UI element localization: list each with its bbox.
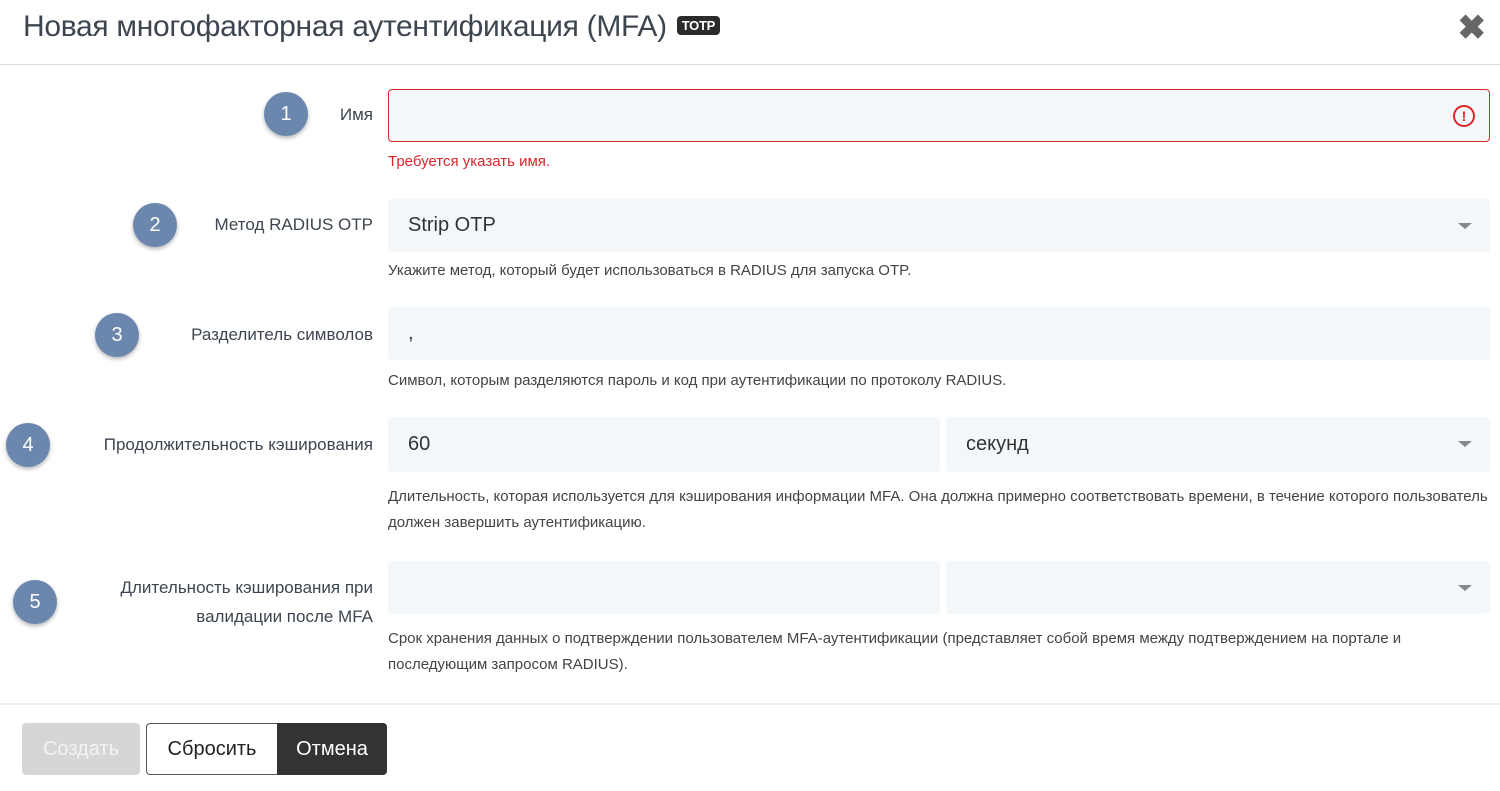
name-label: Имя [339,105,373,124]
radius-method-help: Укажите метод, который будет использоват… [388,262,912,279]
step-badge: 2 [133,203,177,247]
totp-badge: TOTP [676,15,721,35]
radius-method-select[interactable]: Strip OTP [388,199,1490,252]
post-mfa-cache-help: Срок хранения данных о подтверждении пол… [388,630,1402,673]
dialog-title: Новая многофакторная аутентификация (MFA… [23,10,721,44]
cache-duration-help: Длительность, которая используется для к… [388,488,1488,531]
cancel-button[interactable]: Отмена [277,723,387,775]
name-input[interactable]: ! [388,89,1490,142]
step-badge: 3 [95,313,139,357]
post-mfa-cache-label: Длительность кэширования при валидации п… [120,578,373,626]
separator-help: Символ, которым разделяются пароль и код… [388,372,1007,389]
chevron-down-icon [1458,223,1472,229]
step-badge: 1 [264,92,308,136]
chevron-down-icon [1458,585,1472,591]
cache-unit-select[interactable]: секунд [946,417,1490,472]
separator-label: Разделитель символов [191,325,373,344]
dialog-header: Новая многофакторная аутентификация (MFA… [0,0,1500,65]
post-mfa-cache-input[interactable] [388,561,940,614]
separator-input[interactable]: , [388,307,1490,360]
reset-button[interactable]: Сбросить [146,723,277,775]
footer-divider [0,703,1500,705]
close-icon[interactable]: ✖ [1458,8,1487,48]
cache-duration-input[interactable]: 60 [388,417,940,472]
post-mfa-unit-select[interactable] [946,561,1490,614]
radius-method-label: Метод RADIUS OTP [214,215,373,234]
cache-duration-label: Продолжительность кэширования [103,435,373,454]
step-badge: 5 [13,580,57,624]
name-error: Требуется указать имя. [388,153,551,170]
create-button[interactable]: Создать [22,723,140,775]
step-badge: 4 [6,423,50,467]
chevron-down-icon [1458,441,1472,447]
error-icon: ! [1453,105,1475,127]
